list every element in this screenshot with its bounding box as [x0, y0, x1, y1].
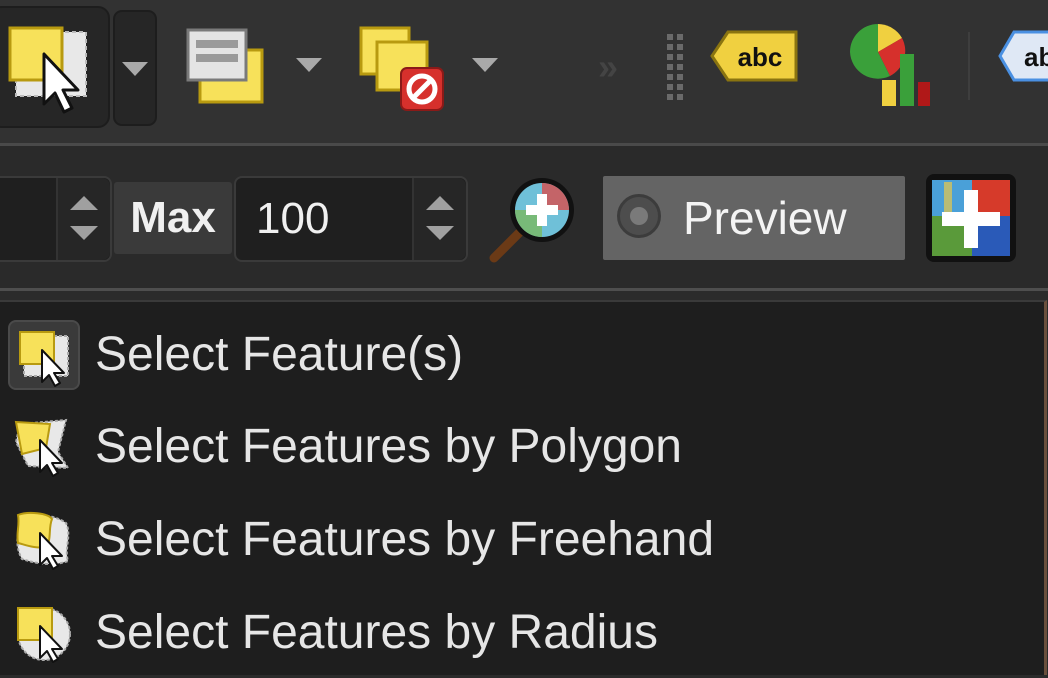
select-rectangle-icon [8, 320, 80, 390]
toolbar-overflow-icon[interactable]: » [598, 46, 618, 88]
menu-item-select-by-freehand[interactable]: Select Features by Freehand [0, 495, 1040, 585]
add-layer-icon [926, 174, 1016, 262]
menu-item-select-features[interactable]: Select Feature(s) [0, 310, 1040, 400]
menu-item-label: Select Features by Freehand [95, 513, 715, 566]
diagram-icon [850, 24, 930, 106]
select-features-button[interactable] [0, 6, 110, 128]
radio-dot-icon [630, 207, 648, 225]
grip-icon [667, 34, 683, 100]
selection-toolbar: » abc ab [0, 0, 1048, 143]
menu-item-label: Select Features by Radius [95, 606, 658, 659]
deselect-icon [359, 26, 444, 111]
select-polygon-icon [8, 412, 80, 482]
select-freehand-icon [8, 505, 80, 575]
menu-item-label: Select Features by Polygon [95, 420, 682, 473]
select-by-expression-dropdown[interactable] [290, 56, 330, 80]
svg-text:abc: abc [738, 42, 783, 72]
deselect-features-button[interactable] [355, 22, 455, 114]
label-toolbar-button[interactable]: ab [996, 26, 1048, 86]
stepper-down-icon[interactable] [426, 226, 454, 240]
select-by-expression-button[interactable] [182, 24, 272, 110]
toolbar-divider [0, 288, 1048, 291]
max-stepper[interactable] [412, 178, 466, 260]
stepper-up-icon[interactable] [426, 196, 454, 210]
zoom-in-button[interactable] [486, 170, 586, 266]
deselect-dropdown[interactable] [466, 56, 506, 80]
magnifier-plus-icon [489, 178, 574, 263]
select-tool-menu: Select Feature(s) Select Features by Pol… [0, 300, 1047, 675]
menu-item-select-by-radius[interactable]: Select Features by Radius [0, 588, 1040, 678]
preview-toggle[interactable]: Preview [603, 176, 905, 260]
chevron-down-icon [296, 58, 322, 72]
max-label: Max [114, 182, 232, 254]
toolbar-grip-handle[interactable] [663, 32, 689, 104]
layer-labeling-button[interactable]: abc [708, 26, 800, 86]
stepper-up-icon[interactable] [70, 196, 98, 210]
toolbar-separator [968, 32, 970, 100]
chevron-down-icon [122, 62, 148, 76]
menu-item-select-by-polygon[interactable]: Select Features by Polygon [0, 402, 1040, 492]
menu-item-label: Select Feature(s) [95, 328, 464, 381]
max-value-spinbox[interactable]: 100 [234, 176, 468, 262]
select-by-attribute-icon [186, 28, 264, 104]
svg-text:ab: ab [1024, 42, 1048, 72]
select-tool-dropdown-button[interactable] [113, 10, 157, 126]
min-stepper[interactable] [56, 178, 110, 260]
chevron-down-icon [472, 58, 498, 72]
min-value-spinbox[interactable] [0, 176, 112, 262]
stepper-down-icon[interactable] [70, 226, 98, 240]
max-value-field[interactable]: 100 [256, 178, 329, 260]
layer-diagram-button[interactable] [846, 20, 936, 110]
preview-radio[interactable] [617, 194, 661, 238]
label-abc-blue-icon: ab [998, 30, 1048, 82]
add-raster-layer-button[interactable] [924, 172, 1018, 264]
select-feature-icon [8, 26, 87, 114]
label-abc-icon: abc [710, 30, 798, 82]
preview-label: Preview [683, 192, 847, 244]
select-radius-icon [8, 598, 80, 668]
